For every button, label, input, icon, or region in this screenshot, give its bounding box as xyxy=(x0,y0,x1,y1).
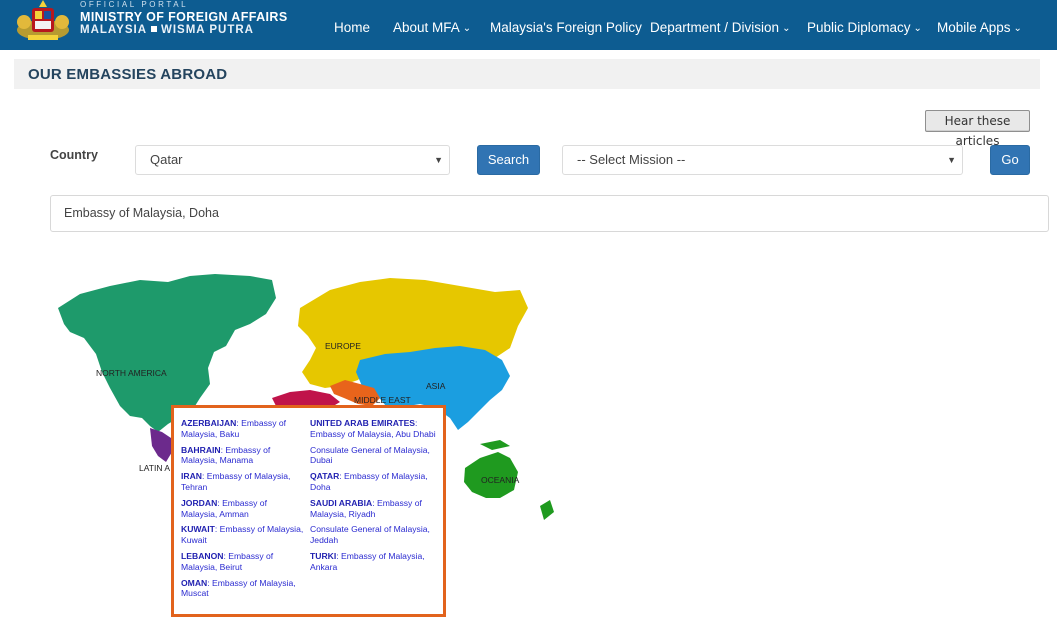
select-caret-icon: ▼ xyxy=(434,155,443,165)
nav-home[interactable]: Home xyxy=(334,20,370,35)
popup-country: JORDAN xyxy=(181,497,218,508)
country-select[interactable]: Qatar ▼ xyxy=(135,145,450,175)
region-label-middle-east: MIDDLE EAST xyxy=(354,395,411,405)
page-title-bar: OUR EMBASSIES ABROAD xyxy=(14,59,1040,89)
page-title: OUR EMBASSIES ABROAD xyxy=(28,66,228,83)
popup-entry[interactable]: SAUDI ARABIA: Embassy of Malaysia, Riyad… xyxy=(310,498,438,520)
nav-about-mfa[interactable]: About MFA ⌄ xyxy=(393,20,471,35)
nav-mobile-apps[interactable]: Mobile Apps ⌄ xyxy=(937,20,1022,35)
region-label-europe: EUROPE xyxy=(325,341,361,351)
popup-entry[interactable]: OMAN: Embassy of Malaysia, Muscat xyxy=(181,578,305,600)
popup-mission: Consulate General of Malaysia, Jeddah xyxy=(310,524,430,546)
popup-country: UNITED ARAB EMIRATES xyxy=(310,418,416,428)
brand-subline: MALAYSIA WISMA PUTRA xyxy=(80,23,288,37)
hear-articles-button[interactable]: Hear these articles xyxy=(925,110,1030,148)
mission-select[interactable]: -- Select Mission -- ▼ xyxy=(562,145,963,175)
nav-foreign-policy-label: Malaysia's Foreign Policy xyxy=(490,20,642,35)
country-select-value: Qatar xyxy=(150,152,183,167)
popup-column-right: UNITED ARAB EMIRATES: Embassy of Malaysi… xyxy=(310,418,438,578)
search-button[interactable]: Search xyxy=(477,145,540,175)
nav-department[interactable]: Department / Division ⌄ xyxy=(650,20,790,35)
region-oceania-nz[interactable] xyxy=(540,500,554,520)
top-header: OFFICIAL PORTAL MINISTRY OF FOREIGN AFFA… xyxy=(0,0,1057,50)
nav-mobile-apps-label: Mobile Apps xyxy=(937,20,1011,35)
nav-public-diplomacy[interactable]: Public Diplomacy ⌄ xyxy=(807,20,922,35)
nav-foreign-policy[interactable]: Malaysia's Foreign Policy xyxy=(490,20,642,35)
popup-entry[interactable]: Consulate General of Malaysia, Jeddah xyxy=(310,524,438,546)
popup-entry[interactable]: UNITED ARAB EMIRATES: Embassy of Malaysi… xyxy=(310,418,438,440)
popup-entry[interactable]: Consulate General of Malaysia, Dubai xyxy=(310,445,438,467)
chevron-down-icon: ⌄ xyxy=(1013,23,1022,34)
ministry-brand[interactable]: OFFICIAL PORTAL MINISTRY OF FOREIGN AFFA… xyxy=(80,1,288,36)
popup-country: AZERBAIJAN xyxy=(181,418,237,428)
region-label-north-america: NORTH AMERICA xyxy=(96,368,167,378)
mission-result-field: Embassy of Malaysia, Doha xyxy=(50,195,1049,232)
brand-separator xyxy=(151,25,157,32)
middle-east-missions-popup: AZERBAIJAN: Embassy of Malaysia, Baku BA… xyxy=(171,405,446,617)
brand-wisma: WISMA PUTRA xyxy=(161,23,254,36)
select-caret-icon: ▼ xyxy=(947,155,956,165)
nav-department-label: Department / Division xyxy=(650,20,780,35)
popup-entry[interactable]: LEBANON: Embassy of Malaysia, Beirut xyxy=(181,551,305,573)
popup-column-left: AZERBAIJAN: Embassy of Malaysia, Baku BA… xyxy=(181,418,305,604)
nav-public-diplomacy-label: Public Diplomacy xyxy=(807,20,911,35)
popup-country: LEBANON xyxy=(181,550,224,561)
region-label-latin-america: LATIN A xyxy=(139,463,171,473)
region-oceania-islands[interactable] xyxy=(480,440,510,450)
ministry-line: MINISTRY OF FOREIGN AFFAIRS xyxy=(80,10,288,24)
brand-country: MALAYSIA xyxy=(80,23,147,36)
popup-entry[interactable]: BAHRAIN: Embassy of Malaysia, Manama xyxy=(181,445,305,467)
popup-entry[interactable]: IRAN: Embassy of Malaysia, Tehran xyxy=(181,471,305,493)
chevron-down-icon: ⌄ xyxy=(462,23,472,34)
popup-entry[interactable]: TURKI: Embassy of Malaysia, Ankara xyxy=(310,551,438,573)
mission-select-value: -- Select Mission -- xyxy=(577,152,686,167)
popup-country: KUWAIT xyxy=(181,524,215,535)
malaysia-crest-icon[interactable] xyxy=(14,0,72,42)
popup-country: SAUDI ARABIA xyxy=(310,497,373,508)
popup-country: OMAN xyxy=(181,577,208,588)
popup-country: BAHRAIN xyxy=(181,444,221,455)
popup-country: QATAR xyxy=(310,471,340,482)
chevron-down-icon: ⌄ xyxy=(782,23,791,34)
popup-entry[interactable]: JORDAN: Embassy of Malaysia, Amman xyxy=(181,498,305,520)
go-button[interactable]: Go xyxy=(990,145,1030,175)
chevron-down-icon: ⌄ xyxy=(913,23,922,34)
popup-entry[interactable]: KUWAIT: Embassy of Malaysia, Kuwait xyxy=(181,524,305,546)
country-label: Country xyxy=(50,148,98,162)
portal-line: OFFICIAL PORTAL xyxy=(80,0,189,9)
region-label-oceania: OCEANIA xyxy=(481,475,520,485)
nav-about-mfa-label: About MFA xyxy=(393,20,460,35)
popup-entry[interactable]: QATAR: Embassy of Malaysia, Doha xyxy=(310,471,438,493)
popup-country: TURKI xyxy=(310,550,337,561)
popup-mission: Consulate General of Malaysia, Dubai xyxy=(310,444,430,466)
nav-home-label: Home xyxy=(334,20,371,35)
popup-entry[interactable]: AZERBAIJAN: Embassy of Malaysia, Baku xyxy=(181,418,305,440)
region-label-asia: ASIA xyxy=(426,381,446,391)
popup-country: IRAN xyxy=(181,471,203,482)
